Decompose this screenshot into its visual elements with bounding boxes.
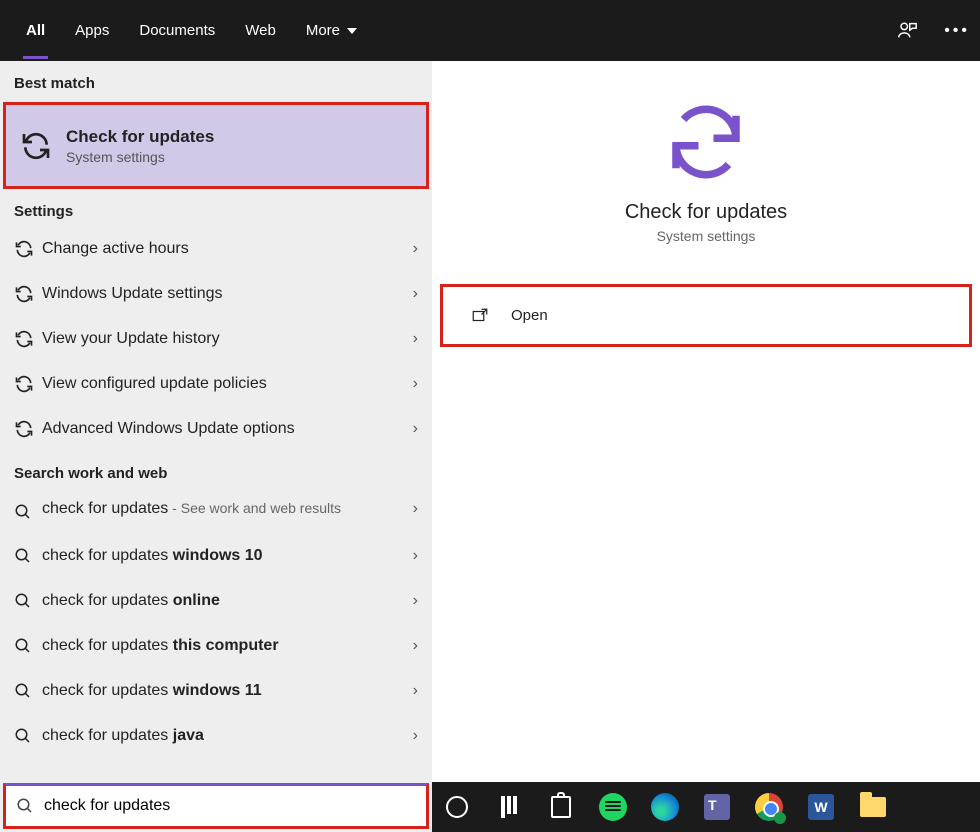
tab-more[interactable]: More <box>306 16 357 45</box>
open-icon <box>471 307 489 325</box>
tab-more-label: More <box>306 22 340 39</box>
web-result-text: check for updates this computer <box>42 637 413 655</box>
web-result-this-computer[interactable]: check for updates this computer › <box>0 623 432 668</box>
settings-item-label: View your Update history <box>42 330 413 348</box>
search-icon <box>14 682 42 700</box>
chevron-right-icon: › <box>413 330 418 348</box>
section-best-match: Best match <box>0 61 432 98</box>
teams-icon[interactable] <box>702 792 732 822</box>
chevron-right-icon: › <box>413 500 418 518</box>
chevron-right-icon: › <box>413 375 418 393</box>
settings-item-advanced-update[interactable]: Advanced Windows Update options › <box>0 406 432 451</box>
update-icon <box>20 130 52 162</box>
search-box[interactable] <box>3 783 429 829</box>
edge-icon[interactable] <box>650 792 680 822</box>
update-large-icon <box>661 97 751 187</box>
settings-item-update-history[interactable]: View your Update history › <box>0 316 432 361</box>
detail-title: Check for updates <box>625 201 787 224</box>
chevron-right-icon: › <box>413 637 418 655</box>
refresh-icon <box>14 419 42 439</box>
section-settings: Settings <box>0 189 432 226</box>
chevron-right-icon: › <box>413 547 418 565</box>
chevron-right-icon: › <box>413 682 418 700</box>
settings-item-label: Windows Update settings <box>42 285 413 303</box>
settings-item-update-policies[interactable]: View configured update policies › <box>0 361 432 406</box>
search-icon <box>14 727 42 745</box>
web-result-text: check for updates - See work and web res… <box>42 500 413 518</box>
settings-item-label: Advanced Windows Update options <box>42 420 413 438</box>
open-button[interactable]: Open <box>440 284 972 347</box>
task-view-icon[interactable] <box>494 792 524 822</box>
feedback-icon[interactable] <box>896 20 918 42</box>
tab-documents[interactable]: Documents <box>139 16 215 45</box>
detail-panel: Check for updates System settings Open <box>432 61 980 782</box>
store-icon[interactable] <box>546 792 576 822</box>
web-result-text: check for updates online <box>42 592 413 610</box>
refresh-icon <box>14 329 42 349</box>
taskbar: W <box>432 782 980 832</box>
web-result-text: check for updates windows 11 <box>42 682 413 700</box>
settings-item-active-hours[interactable]: Change active hours › <box>0 226 432 271</box>
options-icon[interactable]: ••• <box>944 22 970 40</box>
web-result-windows10[interactable]: check for updates windows 10 › <box>0 533 432 578</box>
web-result-main[interactable]: check for updates - See work and web res… <box>0 488 432 533</box>
cortana-icon[interactable] <box>442 792 472 822</box>
tab-all[interactable]: All <box>26 16 45 45</box>
bottom-bar: W <box>0 782 980 832</box>
refresh-icon <box>14 239 42 259</box>
best-match-result[interactable]: Check for updates System settings <box>3 102 429 189</box>
tab-web[interactable]: Web <box>245 16 276 45</box>
chevron-right-icon: › <box>413 592 418 610</box>
settings-item-label: Change active hours <box>42 240 413 258</box>
web-result-windows11[interactable]: check for updates windows 11 › <box>0 668 432 713</box>
best-match-subtitle: System settings <box>66 149 214 165</box>
chrome-icon[interactable] <box>754 792 784 822</box>
chevron-right-icon: › <box>413 240 418 258</box>
search-filters-bar: All Apps Documents Web More ••• <box>0 0 980 61</box>
best-match-title: Check for updates <box>66 127 214 147</box>
file-explorer-icon[interactable] <box>858 792 888 822</box>
web-result-text: check for updates windows 10 <box>42 547 413 565</box>
results-panel: Best match Check for updates System sett… <box>0 61 432 782</box>
refresh-icon <box>14 284 42 304</box>
web-result-text: check for updates java <box>42 727 413 745</box>
section-search-web: Search work and web <box>0 451 432 488</box>
search-icon <box>14 637 42 655</box>
chevron-down-icon <box>347 28 357 34</box>
search-input[interactable] <box>44 797 416 815</box>
web-result-java[interactable]: check for updates java › <box>0 713 432 758</box>
chevron-right-icon: › <box>413 285 418 303</box>
search-icon <box>16 797 34 815</box>
detail-subtitle: System settings <box>657 228 756 244</box>
chevron-right-icon: › <box>413 420 418 438</box>
tab-apps[interactable]: Apps <box>75 16 109 45</box>
spotify-icon[interactable] <box>598 792 628 822</box>
search-icon <box>14 500 42 521</box>
chevron-right-icon: › <box>413 727 418 745</box>
search-icon <box>14 592 42 610</box>
settings-item-label: View configured update policies <box>42 375 413 393</box>
refresh-icon <box>14 374 42 394</box>
web-result-online[interactable]: check for updates online › <box>0 578 432 623</box>
word-icon[interactable]: W <box>806 792 836 822</box>
search-icon <box>14 547 42 565</box>
open-label: Open <box>511 307 548 324</box>
settings-item-update-settings[interactable]: Windows Update settings › <box>0 271 432 316</box>
filter-tabs: All Apps Documents Web More <box>26 16 357 45</box>
